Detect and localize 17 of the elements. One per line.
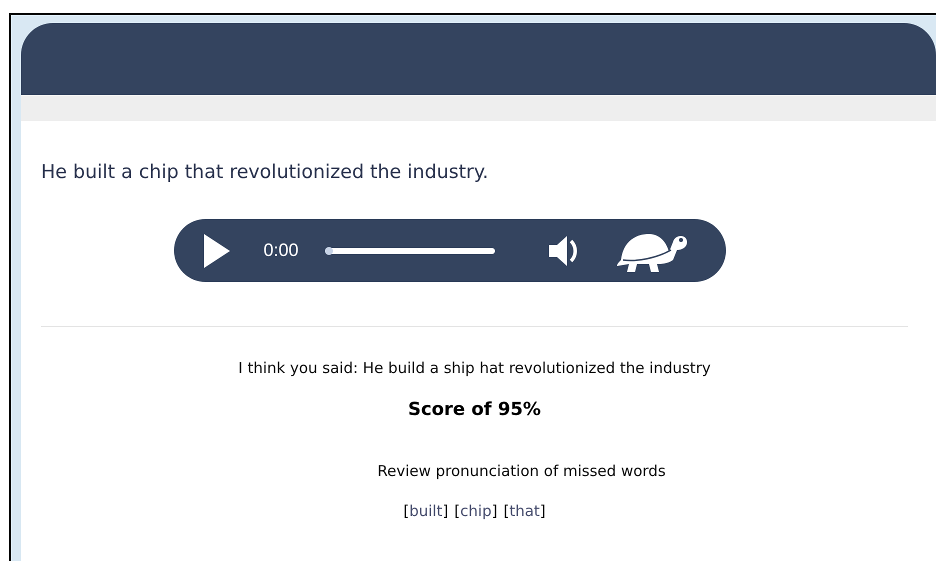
sentence-text: He built a chip that revolutionized the industry. [41, 161, 490, 183]
progress-slider[interactable] [324, 248, 495, 254]
time-display: 0:00 [264, 240, 299, 261]
bracket-text: [ [403, 502, 410, 520]
review-heading: Review pronunciation of missed words [377, 462, 666, 480]
bracket-text: ] [540, 502, 546, 520]
word-link[interactable]: chip [460, 502, 492, 520]
slider-thumb[interactable] [324, 246, 333, 254]
word-link[interactable]: built [409, 502, 442, 520]
play-button[interactable] [204, 234, 230, 268]
recognized-text: I think you said: He build a ship hat revolutionized the industry [238, 359, 711, 377]
bracket-text: [ [503, 502, 510, 520]
word-link[interactable]: that [509, 502, 540, 520]
bracket-text: ] [442, 502, 448, 520]
bracket-text: [ [454, 502, 460, 520]
score-text: Score of 95% [408, 399, 541, 420]
bracket-text: ] [492, 502, 498, 520]
